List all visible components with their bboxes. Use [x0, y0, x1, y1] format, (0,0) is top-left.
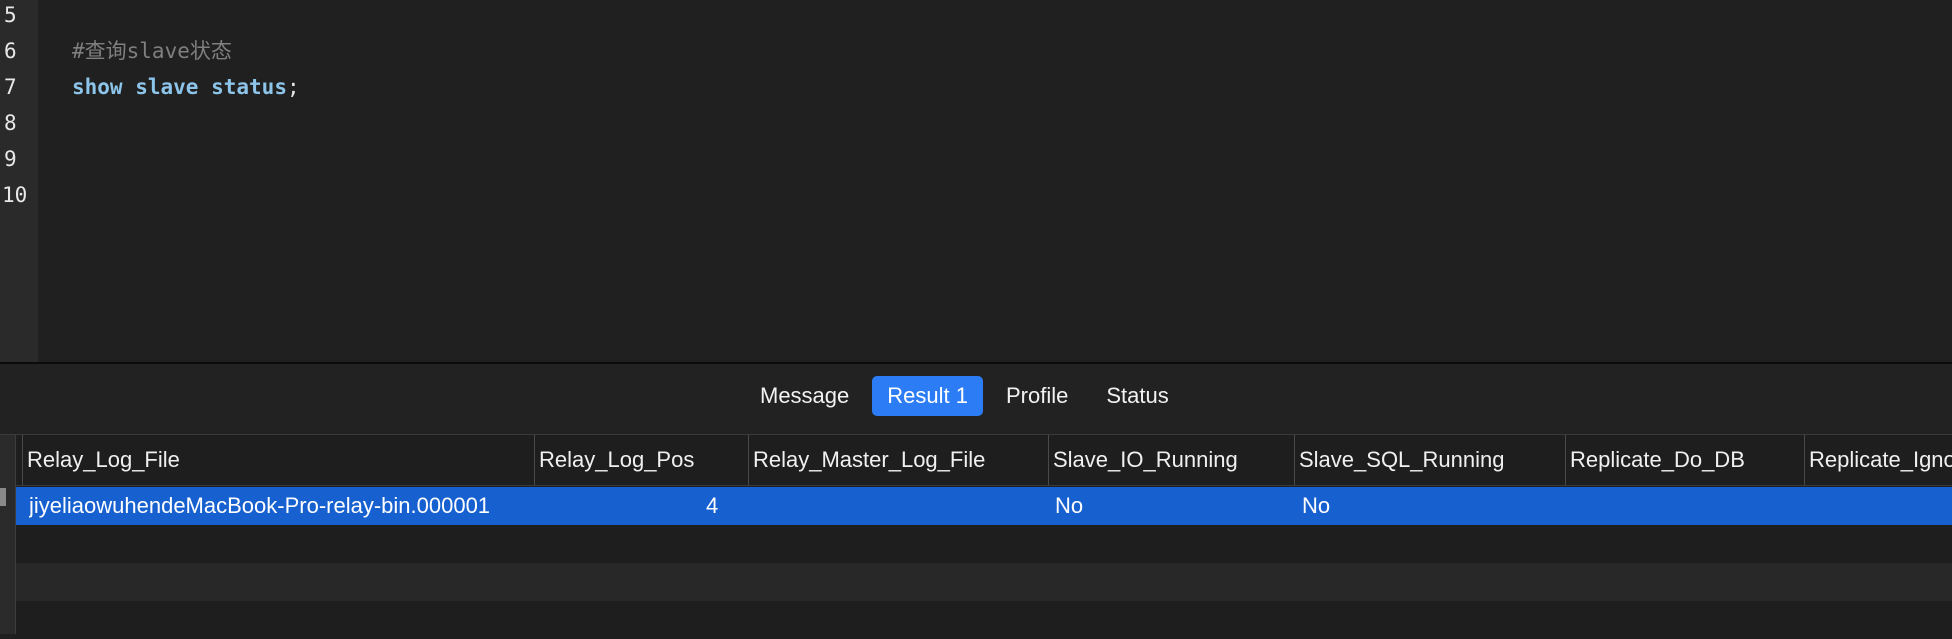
cell-relay-log-pos[interactable]: 4 — [706, 487, 736, 525]
sql-comment: #查询slave状态 — [72, 39, 232, 63]
grid-header: Relay_Log_File Relay_Log_Pos Relay_Maste… — [16, 435, 1952, 486]
cell-replicate-ignore-db[interactable] — [1808, 487, 1948, 525]
result-tabs: Message Result 1 Profile Status — [745, 376, 1184, 416]
editor-line: 8 — [0, 105, 1952, 141]
column-header-relay-log-file[interactable]: Relay_Log_File — [22, 435, 534, 485]
column-header-relay-log-pos[interactable]: Relay_Log_Pos — [534, 435, 748, 485]
column-header-relay-master-log-file[interactable]: Relay_Master_Log_File — [748, 435, 1048, 485]
cell-slave-io-running[interactable]: No — [1055, 487, 1285, 525]
cell-replicate-do-db[interactable] — [1569, 487, 1799, 525]
sql-keyword: status — [211, 75, 287, 99]
cell-relay-log-file[interactable]: jiyeliaowuhendeMacBook-Pro-relay-bin.000… — [29, 487, 529, 525]
line-number: 8 — [4, 111, 17, 135]
tab-message[interactable]: Message — [745, 376, 864, 416]
sql-editor[interactable]: 5 6 #查询slave状态 7 show slave status; 8 9 … — [0, 0, 1952, 364]
sql-statement: show slave status; — [72, 69, 300, 105]
result-grid[interactable]: Relay_Log_File Relay_Log_Pos Relay_Maste… — [0, 435, 1952, 639]
column-header-slave-io-running[interactable]: Slave_IO_Running — [1048, 435, 1294, 485]
editor-line: 5 — [0, 0, 1952, 33]
empty-row — [16, 601, 1952, 639]
editor-line: 10 — [0, 177, 1952, 213]
line-number: 6 — [4, 39, 17, 63]
editor-line: 7 show slave status; — [0, 69, 1952, 105]
tab-status[interactable]: Status — [1091, 376, 1183, 416]
row-selector-strip[interactable] — [0, 435, 16, 634]
column-header-slave-sql-running[interactable]: Slave_SQL_Running — [1294, 435, 1565, 485]
line-number: 10 — [2, 183, 28, 207]
empty-row — [16, 525, 1952, 563]
tab-profile[interactable]: Profile — [991, 376, 1083, 416]
current-row-marker — [0, 488, 6, 506]
tab-result-1[interactable]: Result 1 — [872, 376, 983, 416]
column-header-replicate-ignore-db[interactable]: Replicate_Ignore_DB — [1804, 435, 1952, 485]
empty-row — [16, 563, 1952, 601]
sql-keyword: show — [72, 75, 123, 99]
line-number: 7 — [4, 75, 17, 99]
cell-relay-master-log-file[interactable] — [752, 487, 1042, 525]
column-header-replicate-do-db[interactable]: Replicate_Do_DB — [1565, 435, 1804, 485]
sql-keyword: slave — [135, 75, 199, 99]
result-tab-bar: Message Result 1 Profile Status — [0, 364, 1952, 435]
sql-semicolon: ; — [286, 75, 300, 99]
editor-line: 6 #查询slave状态 — [0, 33, 1952, 69]
line-number: 9 — [4, 147, 17, 171]
line-number: 5 — [4, 3, 17, 27]
editor-line: 9 — [0, 141, 1952, 177]
cell-slave-sql-running[interactable]: No — [1302, 487, 1562, 525]
table-row[interactable]: jiyeliaowuhendeMacBook-Pro-relay-bin.000… — [16, 487, 1952, 525]
